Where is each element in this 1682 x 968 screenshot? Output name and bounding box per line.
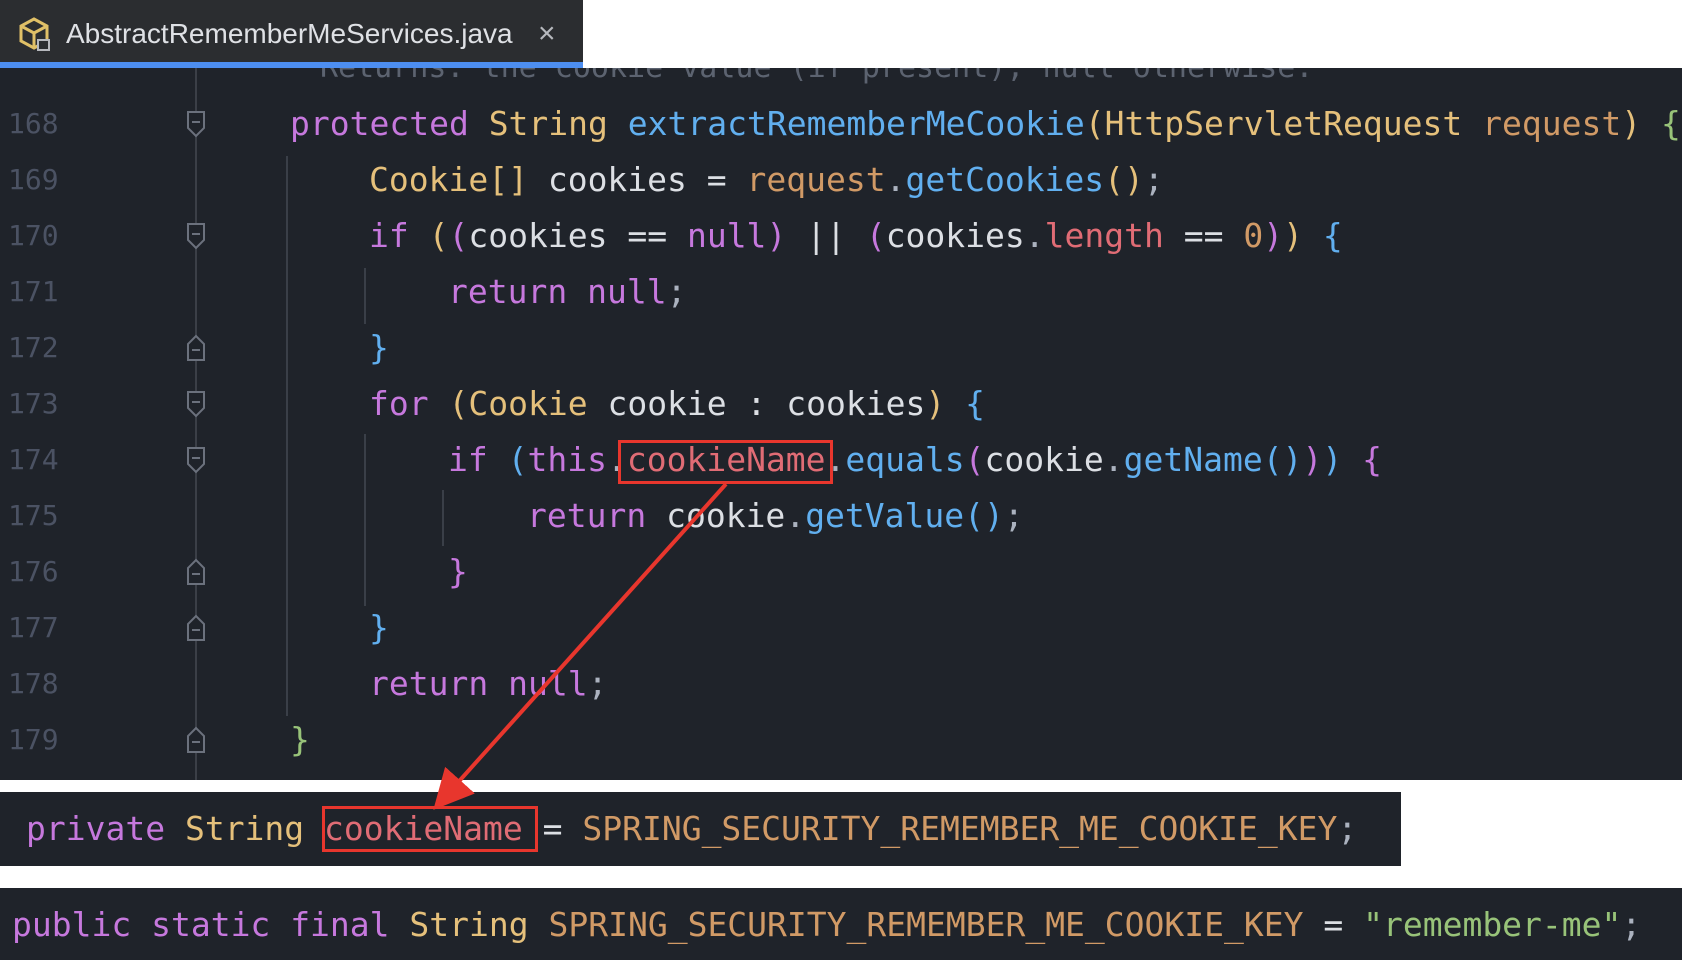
code-line: 173 for (Cookie cookie : cookies) { <box>0 376 1682 432</box>
line-number: 170 <box>8 219 59 252</box>
code-text: } <box>290 720 310 759</box>
close-icon[interactable]: × <box>538 16 556 52</box>
fold-open-icon[interactable] <box>186 446 206 474</box>
fold-open-icon[interactable] <box>186 110 206 138</box>
code-text: if ((cookies == null) || (cookies.length… <box>369 216 1343 255</box>
line-number: 171 <box>8 275 59 308</box>
code-text: } <box>369 328 389 367</box>
java-class-icon <box>19 17 50 51</box>
code-text: protected String extractRememberMeCookie… <box>290 104 1681 143</box>
cookie-name-field: cookieName <box>324 809 523 848</box>
tab-abstract-remember-me-services[interactable]: AbstractRememberMeServices.java × <box>0 0 583 62</box>
code-line: 175 return cookie.getValue(); <box>0 488 1682 544</box>
line-number: 172 <box>8 331 59 364</box>
code-text: if (this.cookieName.equals(cookie.getNam… <box>448 440 1382 479</box>
code-text: return cookie.getValue(); <box>527 496 1024 535</box>
code-line: 174 if (this.cookieName.equals(cookie.ge… <box>0 432 1682 488</box>
code-line: 178 return null; <box>0 656 1682 712</box>
code-line: 176 } <box>0 544 1682 600</box>
code-line: 170 if ((cookies == null) || (cookies.le… <box>0 208 1682 264</box>
line-number: 178 <box>8 667 59 700</box>
line-number: 173 <box>8 387 59 420</box>
line-number: 168 <box>8 107 59 140</box>
code-editor[interactable]: Returns: the cookie value (if present), … <box>0 68 1682 780</box>
tab-title: AbstractRememberMeServices.java <box>66 18 513 49</box>
code-line: 179 } <box>0 712 1682 768</box>
line-number: 179 <box>8 723 59 756</box>
cookie-name-reference: cookieName <box>626 440 826 479</box>
line-number: 174 <box>8 443 59 476</box>
doc-comment-peek: Returns: the cookie value (if present), … <box>320 68 1313 85</box>
fold-close-icon[interactable] <box>186 726 206 754</box>
code-text: return null; <box>369 664 608 703</box>
field-declaration-snippet: private String cookieName = SPRING_SECUR… <box>0 792 1401 866</box>
line-number: 176 <box>8 555 59 588</box>
constant-declaration-snippet: public static final String SPRING_SECURI… <box>0 888 1682 960</box>
code-text: public static final String SPRING_SECURI… <box>12 905 1642 944</box>
code-line: 168 protected String extractRememberMeCo… <box>0 96 1682 152</box>
code-text: return null; <box>448 272 687 311</box>
line-number: 169 <box>8 163 59 196</box>
code-text: } <box>448 552 468 591</box>
fold-close-icon[interactable] <box>186 614 206 642</box>
code-line: 169 Cookie[] cookies = request.getCookie… <box>0 152 1682 208</box>
fold-open-icon[interactable] <box>186 390 206 418</box>
code-line: 171 return null; <box>0 264 1682 320</box>
code-text: } <box>369 608 389 647</box>
code-text: private String cookieName = SPRING_SECUR… <box>26 809 1358 848</box>
line-number: 177 <box>8 611 59 644</box>
code-line: 177 } <box>0 600 1682 656</box>
editor-tab-bar: AbstractRememberMeServices.java × <box>0 0 583 68</box>
line-number: 175 <box>8 499 59 532</box>
fold-close-icon[interactable] <box>186 334 206 362</box>
fold-open-icon[interactable] <box>186 222 206 250</box>
code-text: Cookie[] cookies = request.getCookies(); <box>369 160 1164 199</box>
code-text: for (Cookie cookie : cookies) { <box>369 384 985 423</box>
code-line: 172 } <box>0 320 1682 376</box>
fold-close-icon[interactable] <box>186 558 206 586</box>
